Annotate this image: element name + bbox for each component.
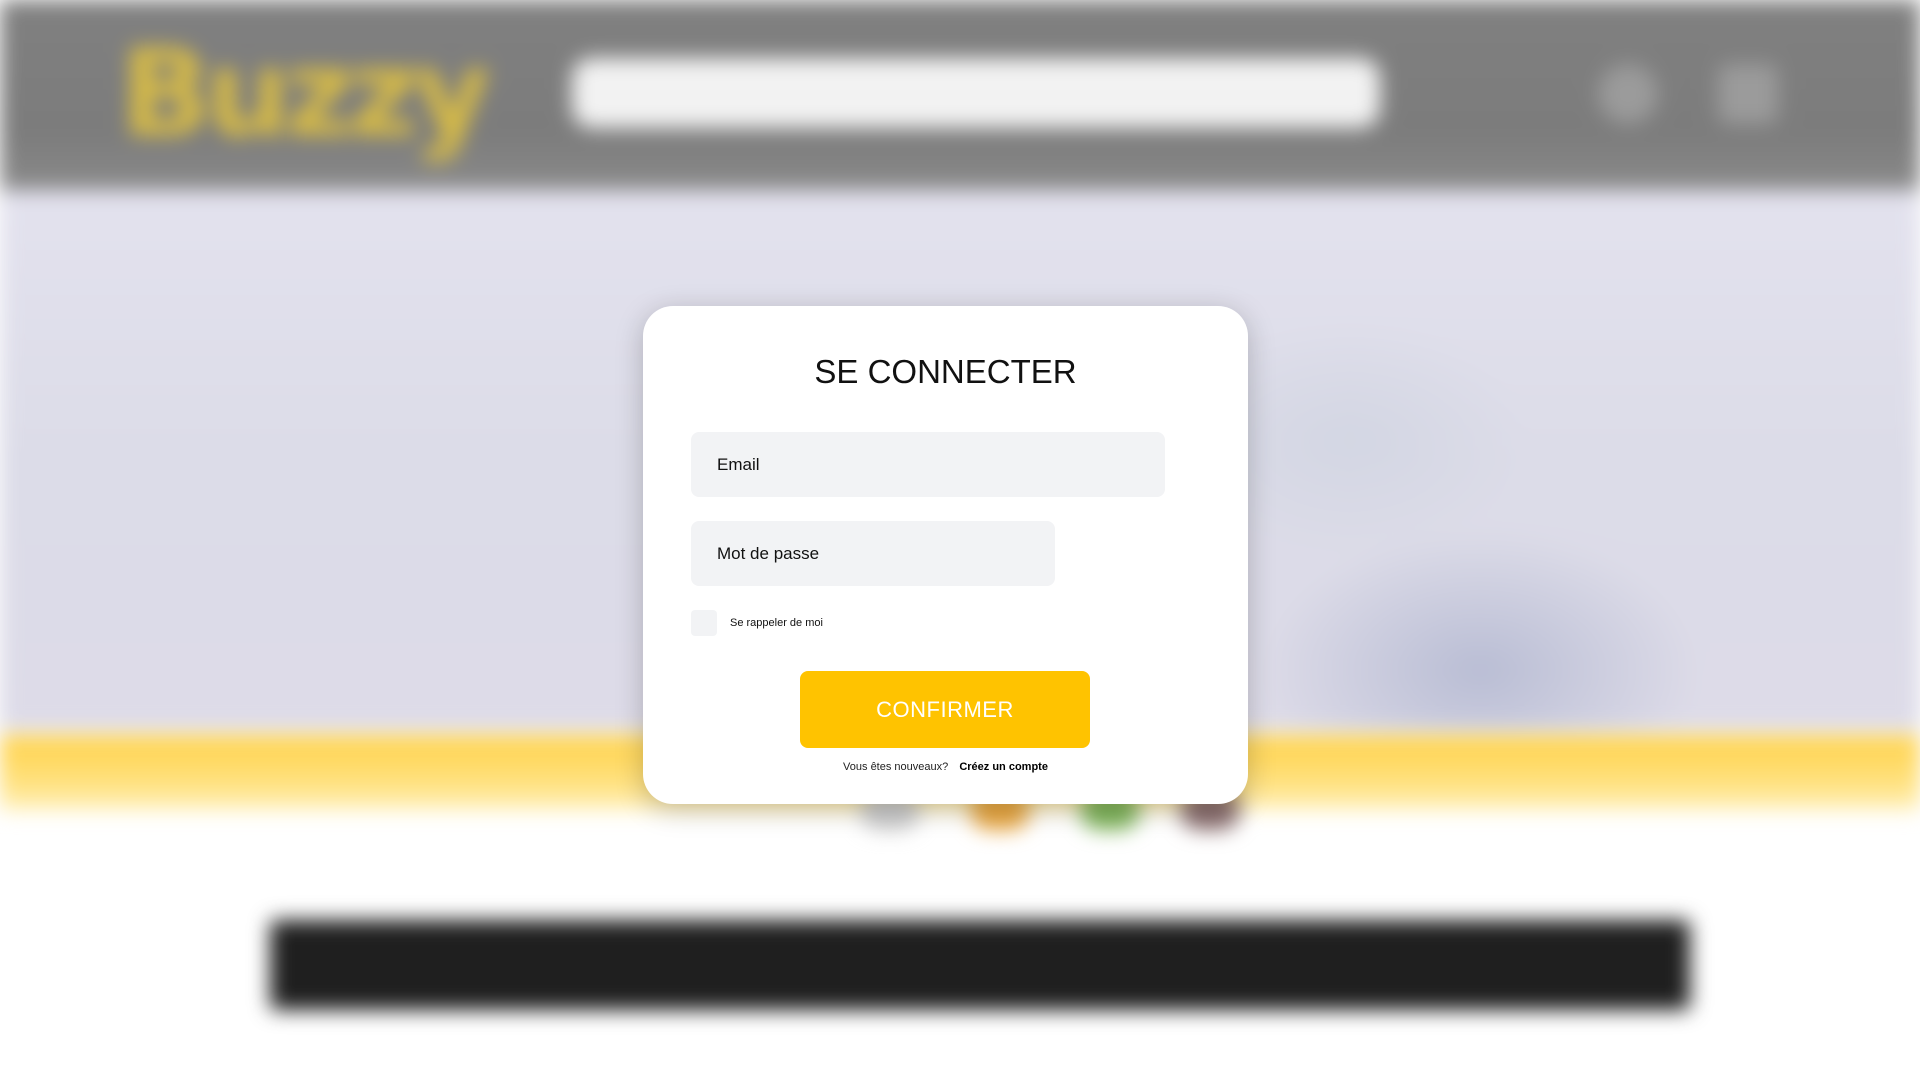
site-header: Buzzy — [0, 0, 1920, 190]
cart-icon — [1718, 64, 1778, 124]
remember-me-label: Se rappeler de moi — [730, 616, 823, 629]
signup-prompt: Vous êtes nouveaux? — [843, 761, 949, 773]
confirm-button[interactable]: CONFIRMER — [800, 671, 1090, 748]
site-logo: Buzzy — [120, 25, 491, 164]
password-input[interactable] — [691, 521, 1055, 586]
user-icon — [1598, 64, 1658, 124]
section-heading-blur — [270, 920, 1690, 1010]
remember-me-checkbox[interactable] — [691, 609, 717, 636]
login-modal: SE CONNECTER Se rappeler de moi CONFIRME… — [643, 306, 1248, 804]
email-input[interactable] — [691, 432, 1165, 497]
site-search-bar — [572, 58, 1380, 128]
login-title: SE CONNECTER — [814, 353, 1077, 390]
create-account-link[interactable]: Créez un compte — [959, 761, 1048, 773]
remember-me-row: Se rappeler de moi — [691, 609, 823, 636]
signup-row: Vous êtes nouveaux? Créez un compte — [643, 761, 1248, 773]
